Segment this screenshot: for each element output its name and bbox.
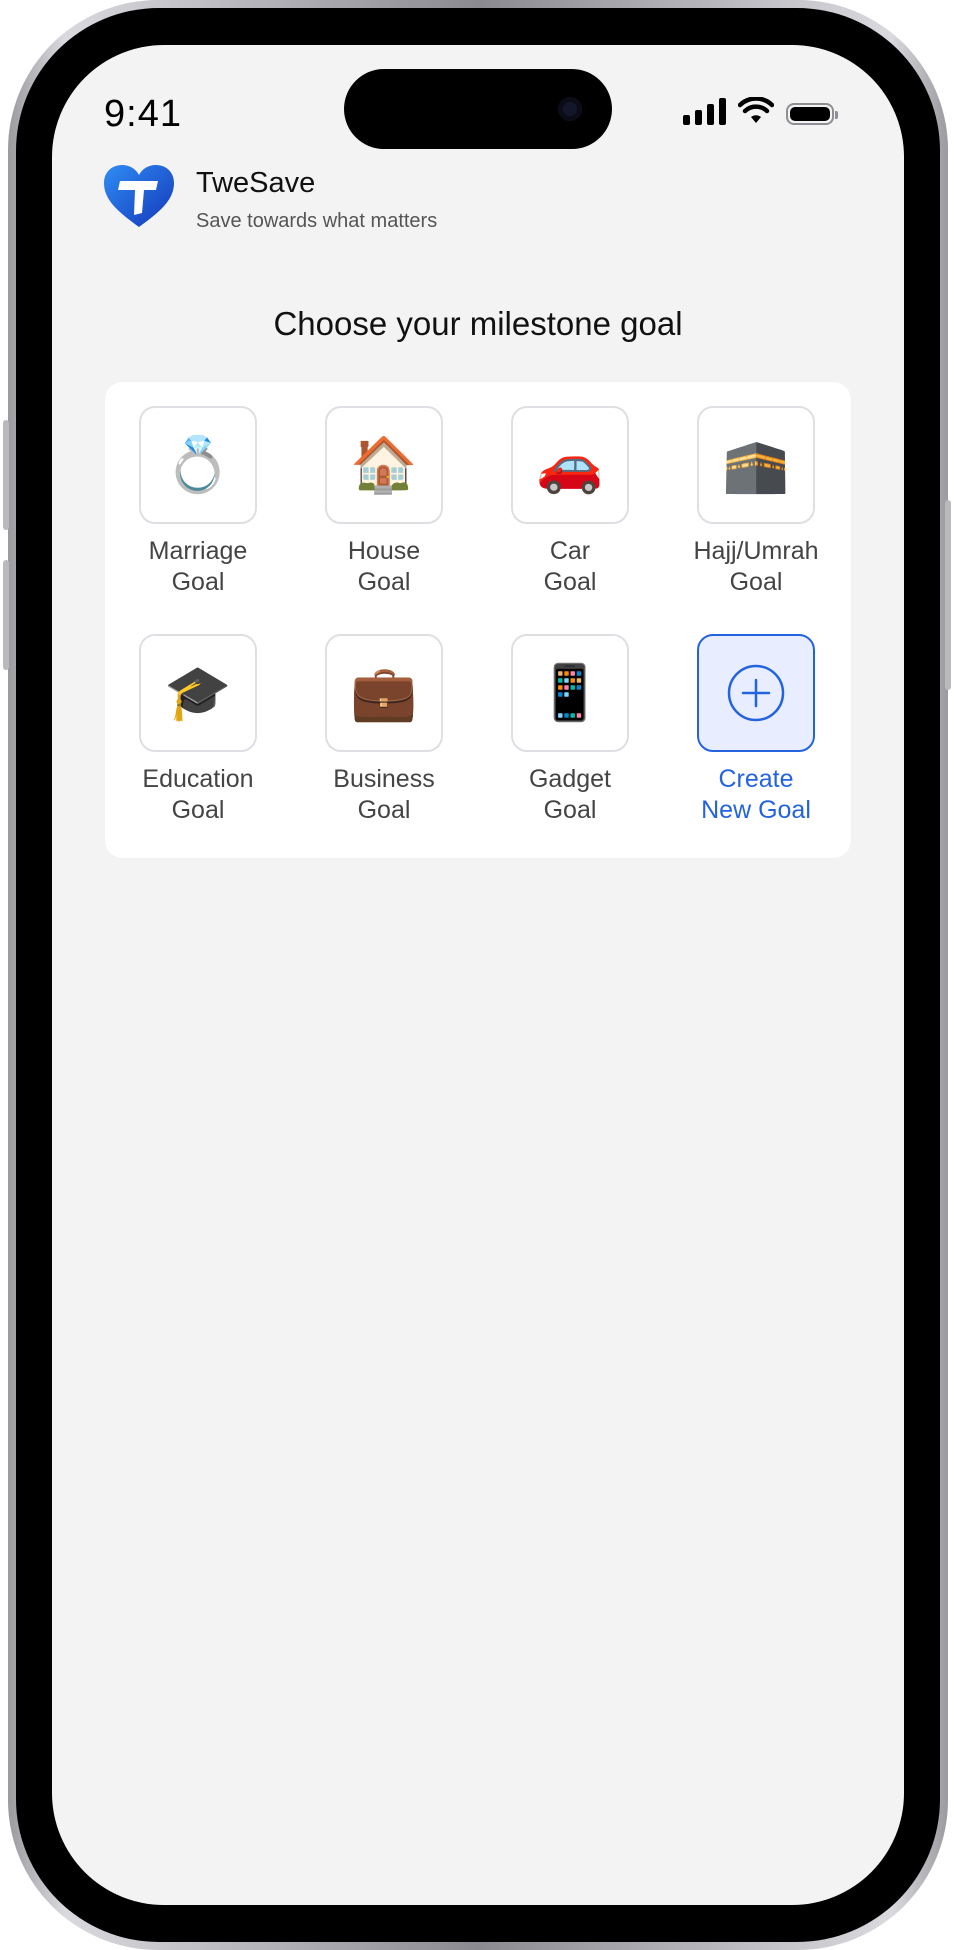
volume-down-button [3, 560, 9, 670]
create-new-goal-button[interactable]: Create New Goal [663, 634, 849, 826]
create-goal-tile [697, 634, 815, 752]
goal-house[interactable]: 🏠 House Goal [291, 406, 477, 598]
plus-circle-icon [727, 664, 785, 722]
cellular-signal-icon [683, 97, 726, 125]
goal-label: House Goal [347, 537, 421, 596]
page-title: Choose your milestone goal [273, 305, 683, 342]
goal-label: Hajj/Umrah Goal [693, 537, 819, 596]
power-button [945, 500, 951, 690]
goal-label: Marriage Goal [148, 537, 248, 596]
status-time: 9:41 [104, 93, 182, 135]
house-icon: 🏠 [325, 406, 443, 524]
graduation-books-icon: 🎓 [139, 634, 257, 752]
smartphone-icon: 📱 [511, 634, 629, 752]
front-camera-icon [558, 97, 582, 121]
goal-education[interactable]: 🎓 Education Goal [105, 634, 291, 826]
kaaba-icon: 🕋 [697, 406, 815, 524]
goal-label: Education Goal [142, 765, 254, 824]
goal-label: Business Goal [333, 765, 435, 824]
app-header: TweSave Save towards what matters [102, 163, 437, 233]
goal-gadget[interactable]: 📱 Gadget Goal [477, 634, 663, 826]
create-goal-label: Create New Goal [701, 765, 811, 824]
screen: 9:41 TweSave Save towards what matters C… [52, 45, 904, 1905]
status-icons [683, 97, 838, 125]
app-tagline: Save towards what matters [196, 210, 438, 232]
twesave-logo-icon [104, 165, 174, 227]
goal-label: Gadget Goal [528, 765, 611, 824]
goal-marriage[interactable]: 💍 Marriage Goal [105, 406, 291, 598]
rings-icon: 💍 [139, 406, 257, 524]
goal-car[interactable]: 🚗 Car Goal [477, 406, 663, 598]
volume-up-button [3, 420, 9, 530]
briefcase-icon: 💼 [325, 634, 443, 752]
goals-card: 💍 Marriage Goal 🏠 House Goal 🚗 Car Goal 🕋 H… [105, 382, 851, 858]
app-name: TweSave [196, 167, 316, 199]
goal-business[interactable]: 💼 Business Goal [291, 634, 477, 826]
goal-label: Car Goal [543, 537, 597, 596]
car-icon: 🚗 [511, 406, 629, 524]
dynamic-island [344, 69, 612, 149]
goal-hajj-umrah[interactable]: 🕋 Hajj/Umrah Goal [663, 406, 849, 598]
wifi-icon [738, 97, 774, 123]
battery-icon [786, 103, 838, 125]
